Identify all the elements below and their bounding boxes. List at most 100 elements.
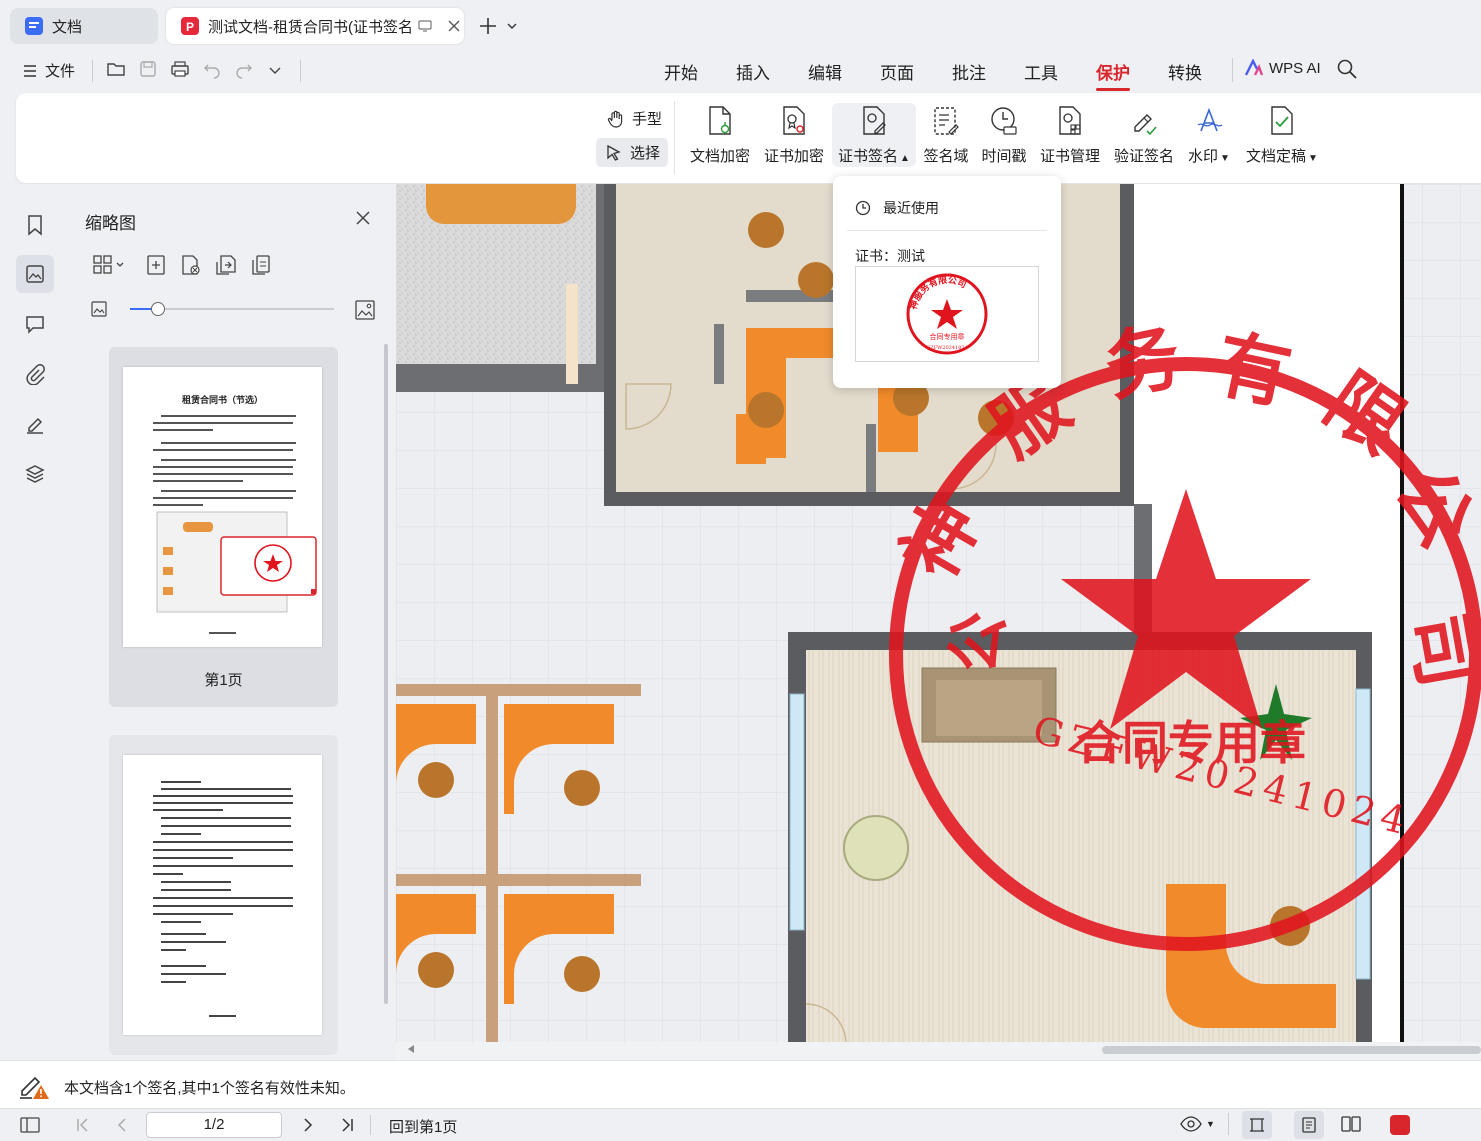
thumbnail-panel: 缩略图 租赁合同书（节选） 第1页: [70, 184, 396, 1060]
insert-page-icon[interactable]: [146, 254, 166, 276]
menu-tab-edit[interactable]: 编辑: [808, 59, 842, 84]
last-page-icon[interactable]: [340, 1117, 356, 1133]
tab-docs-label: 文档: [52, 18, 83, 36]
doc-encrypt-label: 文档加密: [689, 148, 750, 165]
delete-page-icon[interactable]: [180, 254, 202, 276]
save-icon[interactable]: [138, 59, 158, 79]
left-icon-bar: [0, 184, 71, 1060]
small-image-icon[interactable]: [90, 300, 108, 318]
cert-sign-button[interactable]: 证书签名 ▲: [832, 103, 916, 167]
tab-menu-chevron-icon[interactable]: [506, 20, 518, 32]
divider: [92, 60, 93, 82]
grid-view-icon[interactable]: [92, 254, 124, 276]
watermark-button[interactable]: 水印 ▼: [1184, 105, 1234, 166]
menu-tab-start[interactable]: 开始: [664, 59, 698, 84]
tab-active-document[interactable]: P 测试文档-租赁合同书(证书签名).pdf: [166, 8, 464, 44]
cert-manage-label: 证书管理: [1039, 148, 1100, 165]
cert-manage-icon: [1059, 106, 1081, 135]
dual-page-icon[interactable]: [1340, 1115, 1362, 1133]
close-panel-icon[interactable]: [355, 210, 371, 226]
sidebar-toggle-icon[interactable]: [20, 1117, 40, 1133]
thumbnail-page-2-preview: [123, 755, 322, 1035]
tab-docs[interactable]: 文档: [10, 8, 158, 44]
tab-bar: 文档 P 测试文档-租赁合同书(证书签名).pdf: [0, 0, 1481, 50]
new-tab-button[interactable]: [478, 16, 498, 36]
thumbnail-page-2[interactable]: [109, 735, 338, 1055]
timestamp-button[interactable]: 时间戳: [980, 105, 1028, 166]
cert-encrypt-button[interactable]: 证书加密: [763, 105, 825, 166]
thumbnail-icon[interactable]: [16, 255, 54, 293]
chevron-down-icon: ▼: [1206, 1119, 1215, 1129]
monitor-icon: [417, 18, 433, 34]
thumbnail-panel-title: 缩略图: [85, 214, 136, 233]
finalize-button[interactable]: 文档定稿 ▼: [1244, 105, 1320, 166]
svg-text:司: 司: [1393, 606, 1481, 694]
menu-tab-convert[interactable]: 转换: [1168, 59, 1202, 84]
seal-preview-serial-text: GZFW20241024: [926, 345, 968, 351]
wps-ai-icon: [1244, 59, 1264, 76]
attachment-icon[interactable]: [16, 355, 54, 393]
divider: [674, 101, 675, 175]
quick-access-chevron-icon[interactable]: [268, 63, 282, 77]
menu-tab-tools[interactable]: 工具: [1024, 59, 1058, 84]
back-to-first-page-link[interactable]: 回到第1页: [389, 1116, 457, 1137]
wps-ai-button[interactable]: WPS AI: [1244, 59, 1321, 77]
divider: [300, 60, 301, 82]
wps-ai-label: WPS AI: [1269, 59, 1321, 77]
undo-icon[interactable]: [202, 59, 222, 79]
hand-icon: [607, 110, 623, 128]
file-menu-button[interactable]: 文件: [22, 60, 75, 81]
cert-manage-button[interactable]: 证书管理: [1038, 105, 1102, 166]
menu-tab-insert[interactable]: 插入: [736, 59, 770, 84]
verify-pen-icon: [1134, 114, 1157, 136]
divider: [1228, 1113, 1229, 1135]
signature-status-bar: 本文档含1个签名,其中1个签名有效性未知。: [0, 1060, 1481, 1109]
single-page-icon[interactable]: [1294, 1111, 1324, 1139]
ribbon-toolbar: 手型 选择 文档加密 证书加密 证书签名 ▲ 签名域 时间戳 证书管理 验证签名 …: [16, 93, 1481, 183]
recent-used-item[interactable]: 最近使用: [855, 198, 939, 218]
sign-field-button[interactable]: 签名域: [922, 105, 970, 166]
clock-stamp-icon: [991, 107, 1017, 135]
menu-tab-page[interactable]: 页面: [880, 59, 914, 84]
page-number-input[interactable]: 1/2: [146, 1112, 282, 1138]
thumbnail-page-1-content: [153, 415, 317, 634]
thumbnail-scrollbar[interactable]: [384, 344, 388, 1004]
select-tool-label: 选择: [630, 145, 661, 162]
menu-tab-annotate[interactable]: 批注: [952, 59, 986, 84]
cert-lock-icon: [783, 106, 805, 135]
fit-page-icon[interactable]: [1242, 1111, 1272, 1139]
cert-seal-preview[interactable]: 神服务有限公司 合同专用章 GZFW20241024: [855, 266, 1039, 362]
bookmark-icon[interactable]: [16, 206, 54, 244]
redo-icon[interactable]: [234, 59, 254, 79]
seal-preview-icon: 神服务有限公司 合同专用章 GZFW20241024: [906, 273, 988, 355]
sign-field-icon: [934, 107, 959, 135]
close-tab-icon[interactable]: [447, 19, 461, 33]
next-page-icon[interactable]: [300, 1117, 316, 1133]
replace-page-icon[interactable]: [250, 254, 272, 276]
zoom-slider-handle[interactable]: [151, 302, 165, 316]
zoom-slider-track[interactable]: [130, 302, 334, 316]
select-tool-button[interactable]: 选择: [596, 138, 669, 167]
extract-page-icon[interactable]: [215, 254, 237, 276]
layers-icon[interactable]: [16, 455, 54, 493]
timestamp-label: 时间戳: [981, 148, 1027, 165]
first-page-icon[interactable]: [74, 1117, 90, 1133]
cert-sign-icon: [863, 106, 886, 135]
signature-pen-icon[interactable]: [16, 405, 54, 443]
menu-tab-protect[interactable]: 保护: [1096, 59, 1130, 91]
verify-sign-button[interactable]: 验证签名: [1112, 105, 1176, 166]
eye-icon: [1180, 1116, 1202, 1132]
comment-icon[interactable]: [16, 305, 54, 343]
hamburger-icon: [24, 64, 36, 77]
open-folder-icon[interactable]: [106, 59, 126, 79]
thumbnail-page-1[interactable]: 租赁合同书（节选） 第1页: [109, 347, 338, 707]
doc-lock-icon: [709, 106, 731, 135]
search-icon[interactable]: [1336, 58, 1358, 80]
hand-tool-button[interactable]: 手型: [600, 105, 668, 132]
print-icon[interactable]: [170, 59, 190, 79]
chevron-down-icon: ▼: [1220, 153, 1230, 164]
previous-page-icon[interactable]: [114, 1117, 130, 1133]
large-image-icon[interactable]: [354, 299, 376, 321]
view-mode-button[interactable]: ▼: [1180, 1115, 1215, 1133]
doc-encrypt-button[interactable]: 文档加密: [689, 105, 751, 166]
